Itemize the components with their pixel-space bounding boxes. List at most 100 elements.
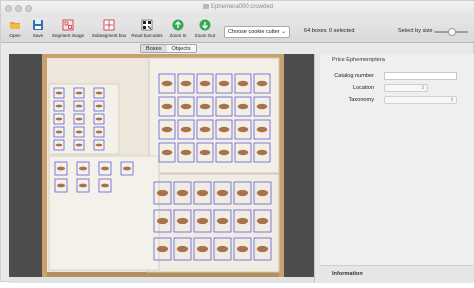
specimen <box>75 91 83 95</box>
specimen <box>95 117 103 121</box>
specimen <box>95 130 103 134</box>
image-canvas[interactable] <box>9 54 314 283</box>
chevron-down-icon: ⌄ <box>280 29 286 35</box>
specimen <box>95 143 103 147</box>
specimen <box>161 80 173 87</box>
tab-boxes[interactable]: Boxes <box>141 45 167 52</box>
specimen <box>95 91 103 95</box>
catalog-number-field[interactable] <box>384 72 457 80</box>
boxes-count: 64 boxes <box>304 28 327 34</box>
specimen <box>161 103 173 110</box>
location-label: Location <box>352 85 374 91</box>
specimen <box>196 189 209 197</box>
specimen <box>101 183 109 188</box>
specimen <box>237 103 249 110</box>
title-bar: Ephemera000.crowded <box>1 1 474 17</box>
specimen <box>161 149 173 156</box>
specimen <box>180 103 192 110</box>
specimen <box>256 189 269 197</box>
save-button[interactable]: Save <box>28 19 48 41</box>
specimen <box>95 104 103 108</box>
specimen-drawer-image <box>42 54 284 283</box>
specimen <box>75 117 83 121</box>
subsegment-box-button[interactable]: Subsegment box <box>89 19 129 41</box>
qr-code-icon <box>141 19 153 31</box>
document-icon <box>202 4 209 9</box>
specimen <box>199 80 211 87</box>
segment-icon <box>62 19 74 31</box>
specimen <box>199 103 211 110</box>
specimen <box>156 217 169 225</box>
location-dropdown[interactable]: ⇕ <box>384 84 428 92</box>
specimen <box>156 245 169 253</box>
specimen <box>55 117 63 121</box>
specimen <box>55 104 63 108</box>
specimen <box>176 217 189 225</box>
specimen <box>176 189 189 197</box>
specimen <box>218 149 230 156</box>
specimen <box>161 126 173 133</box>
specimen <box>180 80 192 87</box>
specimen <box>79 183 87 188</box>
specimen <box>123 166 131 171</box>
panel-header: Price Ephemeroptera <box>332 57 385 63</box>
specimen <box>55 143 63 147</box>
specimen <box>176 245 189 253</box>
specimen <box>55 91 63 95</box>
specimen <box>57 183 65 188</box>
specimen <box>256 103 268 110</box>
specimen <box>236 189 249 197</box>
details-panel: Price Ephemeroptera Catalog number Locat… <box>320 54 474 283</box>
specimen <box>101 166 109 171</box>
select-by-size-label: Select by size <box>398 28 433 34</box>
specimen <box>237 126 249 133</box>
specimen <box>236 245 249 253</box>
segment-image-button[interactable]: Segment image <box>50 19 86 41</box>
specimen <box>218 126 230 133</box>
zoom-in-button[interactable]: Zoom In <box>167 19 189 41</box>
folder-icon <box>10 22 20 29</box>
specimen <box>180 149 192 156</box>
specimen <box>216 245 229 253</box>
cookie-cutter-select[interactable]: Choose cookie cutter ⌄ <box>224 26 290 38</box>
specimen <box>75 130 83 134</box>
zoom-out-button[interactable]: Zoom Out <box>193 19 217 41</box>
tab-objects[interactable]: Objects <box>167 45 196 52</box>
zoom-out-arrow-icon <box>199 19 211 31</box>
specimen <box>218 80 230 87</box>
taxonomy-label: Taxonomy <box>348 97 375 103</box>
specimen <box>256 245 269 253</box>
specimen <box>75 104 83 108</box>
specimen <box>199 126 211 133</box>
specimen <box>256 149 268 156</box>
view-tabs: Boxes Objects <box>140 44 197 53</box>
specimen <box>237 149 249 156</box>
specimen <box>79 166 87 171</box>
specimen <box>216 217 229 225</box>
information-section: Information <box>320 265 474 283</box>
open-button[interactable]: Open <box>5 19 25 41</box>
specimen <box>256 126 268 133</box>
specimen <box>156 189 169 197</box>
subsegment-icon <box>103 19 115 31</box>
floppy-disk-icon <box>33 20 43 30</box>
specimen <box>236 217 249 225</box>
specimen <box>199 149 211 156</box>
horizontal-scrollbar[interactable] <box>9 277 314 283</box>
specimen <box>196 217 209 225</box>
specimen <box>180 126 192 133</box>
specimen <box>237 80 249 87</box>
specimen <box>75 143 83 147</box>
specimen <box>216 189 229 197</box>
specimen <box>57 166 65 171</box>
specimen <box>256 80 268 87</box>
specimen <box>196 245 209 253</box>
stepper-icon: ⇕ <box>449 97 454 103</box>
slider-knob[interactable] <box>448 28 456 36</box>
specimen <box>218 103 230 110</box>
zoom-in-arrow-icon <box>172 19 184 31</box>
taxonomy-dropdown[interactable]: ⇕ <box>384 96 457 104</box>
window-title: Ephemera000.crowded <box>1 4 474 10</box>
read-barcodes-button[interactable]: Read barcodes <box>131 19 163 41</box>
selected-count: 0 selected <box>329 28 355 34</box>
